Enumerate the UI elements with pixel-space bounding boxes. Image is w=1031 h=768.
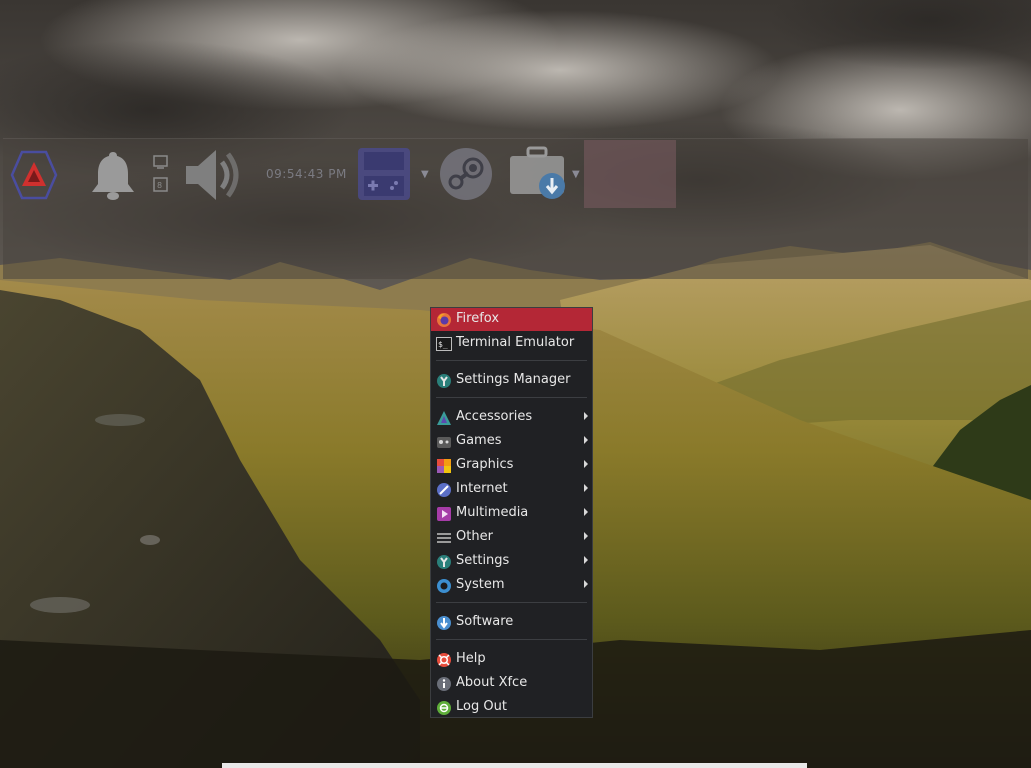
submenu-arrow-icon [584, 460, 588, 468]
menu-item-help[interactable]: Help [431, 648, 592, 671]
help-icon [436, 652, 452, 668]
menu-item-label: About Xfce [456, 675, 528, 690]
menu-separator [436, 602, 587, 603]
internet-icon [436, 482, 452, 498]
games-icon [436, 434, 452, 450]
menu-item-label: Graphics [456, 457, 514, 472]
submenu-arrow-icon [584, 436, 588, 444]
panel-clock[interactable]: 09:54:43 PM [266, 167, 347, 181]
menu-item-label: Software [456, 614, 514, 629]
multimedia-icon [436, 506, 452, 522]
handheld-console-icon[interactable] [356, 146, 412, 202]
application-menu: Firefox $_ Terminal Emulator Settings Ma… [430, 307, 593, 718]
submenu-arrow-icon [584, 532, 588, 540]
menu-item-label: Terminal Emulator [456, 335, 575, 350]
submenu-arrow-icon [584, 508, 588, 516]
logout-icon [436, 700, 452, 716]
graphics-icon [436, 458, 452, 474]
submenu-arrow-icon [584, 556, 588, 564]
menu-item-multimedia[interactable]: Multimedia [431, 502, 592, 525]
menu-item-label: Log Out [456, 699, 507, 714]
menu-item-label: Games [456, 433, 502, 448]
menu-item-other[interactable]: Other [431, 526, 592, 549]
menu-item-terminal-emulator[interactable]: $_ Terminal Emulator [431, 332, 592, 355]
menu-item-log-out[interactable]: Log Out [431, 696, 592, 719]
network-indicator-icon[interactable]: 8 [152, 154, 170, 196]
menu-separator [436, 397, 587, 398]
menu-item-settings-manager[interactable]: Settings Manager [431, 369, 592, 392]
menu-item-graphics[interactable]: Graphics [431, 454, 592, 477]
menu-item-games[interactable]: Games [431, 430, 592, 453]
menu-item-label: Accessories [456, 409, 533, 424]
about-icon [436, 676, 452, 692]
chevron-down-icon[interactable]: ▼ [572, 169, 580, 180]
svg-text:$_: $_ [438, 340, 448, 349]
menu-item-system[interactable]: System [431, 574, 592, 597]
menu-item-software[interactable]: Software [431, 611, 592, 634]
whisker-menu-icon[interactable] [10, 150, 58, 200]
software-store-icon[interactable] [508, 146, 570, 202]
software-icon [436, 615, 452, 631]
menu-item-about-xfce[interactable]: About Xfce [431, 672, 592, 695]
menu-item-internet[interactable]: Internet [431, 478, 592, 501]
menu-item-label: System [456, 577, 505, 592]
terminal-icon: $_ [436, 336, 452, 352]
svg-text:8: 8 [157, 181, 162, 190]
menu-separator [436, 360, 587, 361]
menu-item-firefox[interactable]: Firefox [431, 308, 592, 331]
menu-item-settings[interactable]: Settings [431, 550, 592, 573]
menu-item-label: Firefox [456, 311, 500, 326]
submenu-arrow-icon [584, 484, 588, 492]
notification-bell-icon[interactable] [88, 148, 138, 202]
firefox-icon [436, 312, 452, 328]
menu-item-accessories[interactable]: Accessories [431, 406, 592, 429]
settings-manager-icon [436, 373, 452, 389]
submenu-arrow-icon [584, 412, 588, 420]
menu-separator [436, 639, 587, 640]
menu-item-label: Multimedia [456, 505, 529, 520]
menu-item-label: Settings Manager [456, 372, 571, 387]
accessories-icon [436, 410, 452, 426]
other-icon [436, 530, 452, 546]
menu-item-label: Settings [456, 553, 510, 568]
steam-icon[interactable] [438, 146, 494, 202]
chevron-down-icon[interactable]: ▼ [421, 169, 429, 180]
submenu-arrow-icon [584, 580, 588, 588]
menu-item-label: Help [456, 651, 486, 666]
settings-icon [436, 554, 452, 570]
menu-item-label: Other [456, 529, 493, 544]
system-icon [436, 578, 452, 594]
volume-icon[interactable] [182, 144, 248, 206]
window-thumbnail[interactable] [584, 140, 676, 208]
menu-item-label: Internet [456, 481, 508, 496]
